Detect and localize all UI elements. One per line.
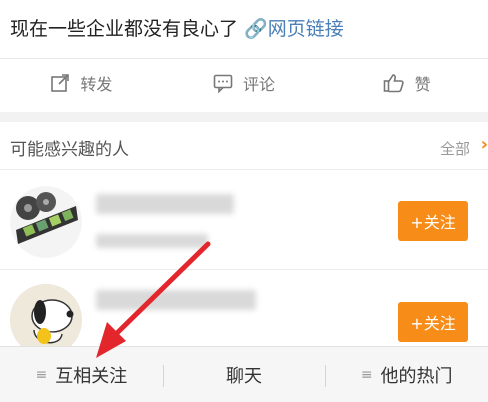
tab-mutual-follow-label: 互相关注	[55, 365, 128, 387]
follow-button[interactable]: +关注	[398, 302, 468, 342]
share-icon	[51, 73, 70, 92]
tab-mutual-follow[interactable]: ≡ 互相关注	[0, 347, 163, 402]
blurred-username	[96, 290, 256, 310]
menu-icon: ≡	[35, 366, 48, 383]
tab-his-popular-label: 他的热门	[380, 365, 453, 387]
web-link[interactable]: 🔗网页链接	[244, 18, 344, 40]
weibo-post-card: 现在一些企业都没有良心了 🔗网页链接 转发 评论 赞	[0, 0, 488, 112]
link-icon: 🔗	[244, 18, 268, 40]
comment-button[interactable]: 评论	[163, 59, 326, 106]
like-button[interactable]: 赞	[325, 59, 488, 106]
follow-button[interactable]: +关注	[398, 201, 468, 241]
repost-button[interactable]: 转发	[0, 59, 163, 106]
see-all-link[interactable]: 全部	[440, 138, 470, 159]
like-icon	[383, 73, 404, 92]
section-header: 可能感兴趣的人 全部 ›	[0, 122, 488, 170]
menu-icon: ≡	[360, 366, 373, 383]
recommended-user-row[interactable]: +关注	[0, 170, 488, 270]
tab-chat[interactable]: 聊天	[162, 347, 326, 402]
tab-his-popular[interactable]: ≡ 他的热门	[325, 347, 488, 402]
comment-label: 评论	[243, 74, 276, 94]
avatar[interactable]	[10, 186, 82, 258]
post-body-text: 现在一些企业都没有良心了	[10, 18, 239, 40]
comment-icon	[213, 74, 233, 93]
like-label: 赞	[414, 74, 431, 94]
film-reel-avatar-image	[10, 186, 82, 258]
web-link-label: 网页链接	[267, 18, 344, 40]
blurred-username	[96, 194, 234, 214]
repost-label: 转发	[80, 74, 113, 94]
post-actions-bar: 转发 评论 赞	[0, 58, 488, 106]
people-you-may-like-section: 可能感兴趣的人 全部 › +关注 +关注	[0, 122, 488, 370]
bottom-tab-bar: ≡ 互相关注 聊天 ≡ 他的热门	[0, 346, 488, 402]
post-text: 现在一些企业都没有良心了 🔗网页链接	[10, 14, 344, 41]
blurred-description	[96, 234, 208, 248]
chevron-right-icon[interactable]: ›	[481, 134, 488, 155]
section-title: 可能感兴趣的人	[10, 140, 129, 160]
tab-chat-label: 聊天	[226, 365, 262, 387]
